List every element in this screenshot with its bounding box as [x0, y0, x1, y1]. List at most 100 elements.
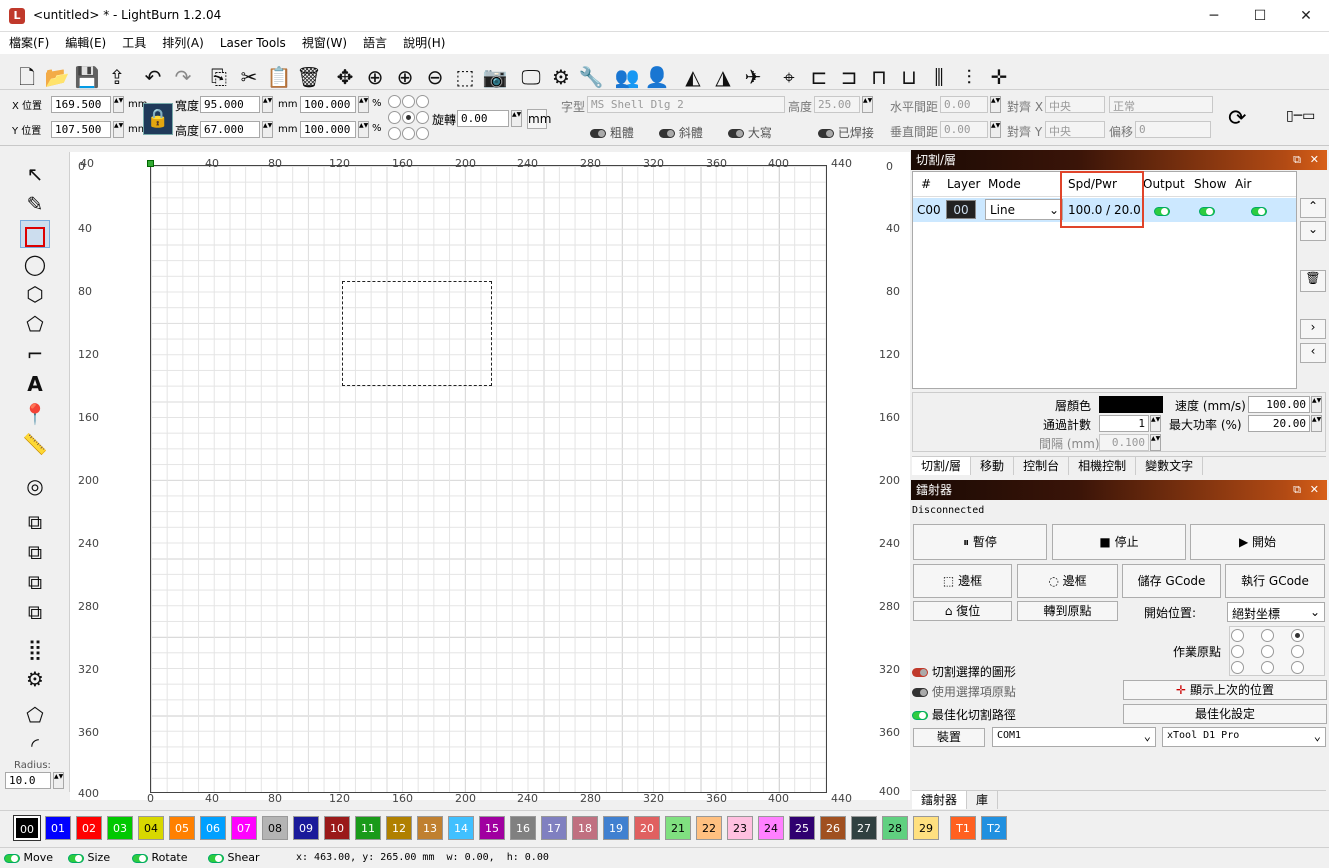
tab-laser[interactable]: 鐳射器	[912, 791, 968, 809]
height-input[interactable]: 67.000	[200, 121, 260, 138]
move-icon[interactable]: ✥	[330, 62, 360, 92]
copy-icon[interactable]: ⎘	[204, 62, 234, 92]
save-gcode-button[interactable]: 儲存 GCode	[1122, 564, 1221, 598]
frame-rect-button[interactable]: ⬚ 邊框	[913, 564, 1012, 598]
tab-variable-text[interactable]: 變數文字	[1136, 457, 1204, 475]
height-percent-spinner[interactable]: ▲▼	[358, 121, 369, 138]
grid-array-icon[interactable]: ⣿	[20, 635, 50, 663]
bold-toggle[interactable]: 粗體	[590, 124, 634, 141]
optimize-cut-toggle[interactable]: 最佳化切割路徑	[912, 706, 1016, 723]
radius-input[interactable]: 10.0	[5, 772, 51, 789]
palette-swatch-03[interactable]: 03	[107, 816, 133, 840]
cut-selected-toggle[interactable]: 切割選擇的圖形	[912, 663, 1016, 680]
trash-icon[interactable]: 🗑	[1300, 270, 1326, 292]
palette-swatch-27[interactable]: 27	[851, 816, 877, 840]
hspace-spinner[interactable]: ▲▼	[990, 96, 1001, 113]
boolean-intersect-icon[interactable]: ⧉	[20, 568, 50, 596]
goto-origin-button[interactable]: 轉到原點	[1017, 601, 1118, 621]
palette-swatch-28[interactable]: 28	[882, 816, 908, 840]
float-panel-icon[interactable]: ⧉	[1293, 150, 1301, 170]
height-spinner[interactable]: ▲▼	[262, 121, 273, 138]
devices-button[interactable]: 裝置	[913, 728, 985, 747]
selected-rectangle-shape[interactable]	[342, 281, 492, 386]
palette-swatch-11[interactable]: 11	[355, 816, 381, 840]
italic-toggle[interactable]: 斜體	[659, 124, 703, 141]
optimize-settings-button[interactable]: 最佳化設定	[1123, 704, 1327, 724]
palette-swatch-06[interactable]: 06	[200, 816, 226, 840]
flip-horizontal-icon[interactable]: ◭	[678, 62, 708, 92]
speed-spinner[interactable]: ▲▼	[1311, 396, 1322, 413]
circular-array-icon[interactable]: ⚙	[20, 665, 50, 693]
palette-swatch-09[interactable]: 09	[293, 816, 319, 840]
zoom-in-icon[interactable]: ⊕	[390, 62, 420, 92]
col-header-mode[interactable]: Mode	[988, 177, 1021, 191]
location-pin-icon[interactable]: 📍	[20, 400, 50, 428]
stop-button[interactable]: ■ 停止	[1052, 524, 1186, 560]
col-header-output[interactable]: Output	[1143, 177, 1185, 191]
bracket-icon[interactable]: ⌐	[20, 340, 50, 368]
interval-input[interactable]: 0.100	[1099, 434, 1149, 451]
distribute-vertical-icon[interactable]: ⫶	[954, 62, 984, 92]
start-button[interactable]: ▶ 開始	[1190, 524, 1325, 560]
width-percent-input[interactable]: 100.000	[300, 96, 356, 113]
rotate-toggle[interactable]: Rotate	[132, 851, 188, 864]
move-up-icon[interactable]: ⌃	[1300, 198, 1326, 218]
palette-swatch-07[interactable]: 07	[231, 816, 257, 840]
cut-icon[interactable]: ✂	[234, 62, 264, 92]
palette-swatch-22[interactable]: 22	[696, 816, 722, 840]
width-spinner[interactable]: ▲▼	[262, 96, 273, 113]
output-toggle[interactable]	[1154, 204, 1170, 218]
offset-input[interactable]: 0	[1135, 121, 1211, 138]
palette-swatch-16[interactable]: 16	[510, 816, 536, 840]
port-select[interactable]: COM1 ⌄	[992, 727, 1156, 747]
palette-swatch-18[interactable]: 18	[572, 816, 598, 840]
frame-circle-button[interactable]: ◌ 邊框	[1017, 564, 1118, 598]
rotate-unit-button[interactable]: mm	[527, 109, 551, 129]
palette-swatch-05[interactable]: 05	[169, 816, 195, 840]
undo-icon[interactable]: ↶	[138, 62, 168, 92]
tab-library[interactable]: 庫	[967, 791, 999, 809]
tab-cuts-layers[interactable]: 切割/層	[912, 457, 972, 475]
tab-camera-control[interactable]: 相機控制	[1069, 457, 1137, 475]
palette-swatch-10[interactable]: 10	[324, 816, 350, 840]
welded-toggle[interactable]: 已焊接	[818, 124, 874, 141]
lock-icon[interactable]: 🔒	[143, 103, 173, 135]
edit-nodes-icon[interactable]: ⬠	[20, 701, 50, 729]
text-icon[interactable]: A	[20, 370, 50, 398]
palette-swatch-t2[interactable]: T2	[981, 816, 1007, 840]
size-toggle[interactable]: Size	[68, 851, 110, 864]
group-icon[interactable]: 👥	[612, 62, 642, 92]
text-style-select[interactable]: 正常	[1109, 96, 1213, 113]
import-icon[interactable]: ⇪	[102, 62, 132, 92]
zoom-out-icon[interactable]: ⊖	[420, 62, 450, 92]
col-header-num[interactable]: #	[921, 177, 931, 191]
pause-button[interactable]: ⏸ 暫停	[913, 524, 1047, 560]
menu-arrange[interactable]: 排列(A)	[153, 32, 211, 54]
settings-icon[interactable]: ⚙	[546, 62, 576, 92]
monitor-icon[interactable]: 🖵	[516, 62, 546, 92]
palette-swatch-13[interactable]: 13	[417, 816, 443, 840]
ellipse-icon[interactable]: ◯	[20, 250, 50, 278]
redo-icon[interactable]: ↷	[168, 62, 198, 92]
palette-swatch-25[interactable]: 25	[789, 816, 815, 840]
col-header-layer[interactable]: Layer	[947, 177, 980, 191]
palette-swatch-15[interactable]: 15	[479, 816, 505, 840]
delete-icon[interactable]: 🗑	[294, 62, 324, 92]
run-gcode-button[interactable]: 執行 GCode	[1225, 564, 1325, 598]
menu-laser-tools[interactable]: Laser Tools	[211, 32, 293, 54]
align-left-icon[interactable]: ⊏	[804, 62, 834, 92]
save-icon[interactable]: 💾	[72, 62, 102, 92]
align-right-icon[interactable]: ⊐	[834, 62, 864, 92]
hspace-input[interactable]: 0.00	[940, 96, 988, 113]
menu-help[interactable]: 說明(H)	[394, 32, 452, 54]
menu-file[interactable]: 檔案(F)	[0, 32, 56, 54]
height-percent-input[interactable]: 100.000	[300, 121, 356, 138]
rectangle-icon[interactable]	[20, 220, 50, 248]
workspace-grid[interactable]	[150, 165, 827, 793]
align-center-point-icon[interactable]: ✛	[984, 62, 1014, 92]
offset-icon[interactable]: ◎	[20, 472, 50, 500]
air-toggle[interactable]	[1251, 204, 1267, 218]
pen-icon[interactable]: ✎	[20, 190, 50, 218]
col-header-air[interactable]: Air	[1235, 177, 1251, 191]
palette-swatch-t1[interactable]: T1	[950, 816, 976, 840]
